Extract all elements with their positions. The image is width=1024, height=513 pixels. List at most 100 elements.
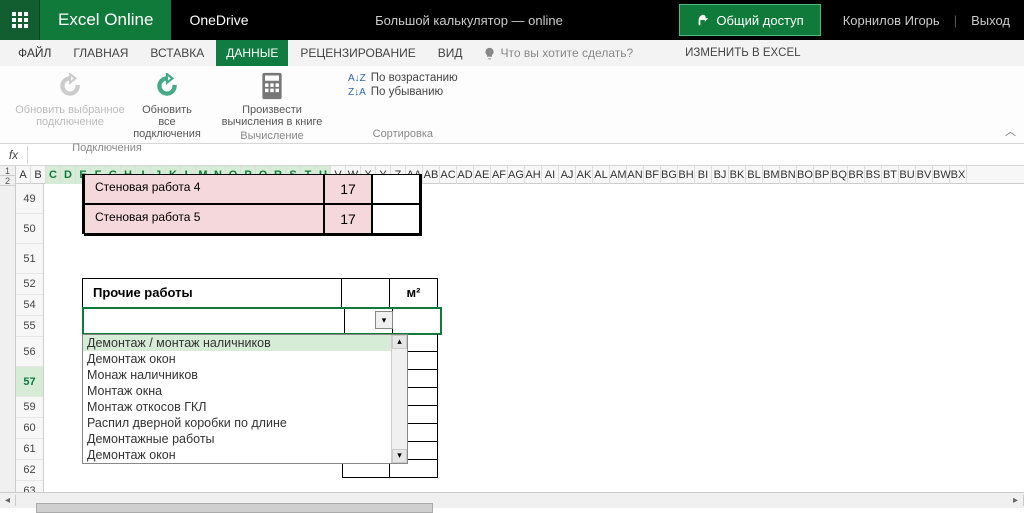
row-header[interactable]: 57: [16, 367, 43, 397]
tab-review[interactable]: РЕЦЕНЗИРОВАНИЕ: [290, 40, 425, 66]
dropdown-option[interactable]: Демонтаж окон: [83, 351, 391, 367]
dropdown-option[interactable]: Монтаж окна: [83, 383, 391, 399]
selected-cell-row[interactable]: ▾: [82, 307, 442, 335]
column-header[interactable]: AM: [610, 166, 627, 184]
row-header[interactable]: 54: [16, 295, 43, 316]
dropdown-cell[interactable]: ▾: [344, 309, 392, 333]
column-header[interactable]: AB: [423, 166, 440, 184]
user-name[interactable]: Корнилов Игорь: [843, 13, 940, 28]
column-header[interactable]: BR: [848, 166, 865, 184]
row-header[interactable]: 59: [16, 397, 43, 418]
column-header[interactable]: AC: [440, 166, 457, 184]
row-header[interactable]: 62: [16, 460, 43, 481]
column-header[interactable]: BS: [865, 166, 882, 184]
column-header[interactable]: BQ: [831, 166, 848, 184]
column-header[interactable]: BK: [729, 166, 746, 184]
tab-data[interactable]: ДАННЫЕ: [216, 40, 288, 66]
dropdown-toggle-button[interactable]: ▾: [375, 311, 393, 329]
column-header[interactable]: BX: [950, 166, 967, 184]
column-header[interactable]: AH: [525, 166, 542, 184]
column-header[interactable]: BV: [916, 166, 933, 184]
dropdown-scroll-down[interactable]: ▾: [392, 449, 407, 463]
hscroll-right-button[interactable]: ▸: [1008, 495, 1024, 506]
column-header[interactable]: BF: [644, 166, 661, 184]
dropdown-option[interactable]: Монтаж откосов ГКЛ: [83, 399, 391, 415]
wall-work-empty-cell[interactable]: [372, 174, 420, 204]
active-cell[interactable]: [84, 309, 344, 333]
row-header[interactable]: 56: [16, 337, 43, 367]
column-header[interactable]: AN: [627, 166, 644, 184]
row-header[interactable]: 50: [16, 214, 43, 244]
column-header[interactable]: D: [61, 166, 76, 184]
page-title: Большой калькулятор — online: [267, 0, 672, 40]
onedrive-link[interactable]: OneDrive: [171, 0, 266, 40]
column-header[interactable]: AK: [576, 166, 593, 184]
column-header[interactable]: AG: [508, 166, 525, 184]
dropdown-option[interactable]: Демонтаж / монтаж наличников: [83, 335, 391, 351]
column-header[interactable]: BP: [814, 166, 831, 184]
column-header[interactable]: BJ: [712, 166, 729, 184]
column-header[interactable]: BU: [899, 166, 916, 184]
wall-work-empty-cell[interactable]: [372, 204, 420, 234]
ribbon-group-calc: Вычисление: [240, 128, 304, 145]
column-header[interactable]: BT: [882, 166, 899, 184]
signout-link[interactable]: Выход: [971, 13, 1010, 28]
dropdown-option[interactable]: Монаж наличников: [83, 367, 391, 383]
column-header[interactable]: BM: [763, 166, 780, 184]
row-header[interactable]: 55: [16, 316, 43, 337]
tell-me-search[interactable]: Что вы хотите сделать?: [483, 46, 634, 60]
column-header[interactable]: B: [31, 166, 46, 184]
column-header[interactable]: AI: [542, 166, 559, 184]
row-header[interactable]: 52: [16, 274, 43, 295]
dropdown-list[interactable]: Демонтаж / монтаж наличниковДемонтаж око…: [82, 334, 408, 464]
row-header[interactable]: 63: [16, 481, 43, 492]
sort-asc-button[interactable]: A↓Z По возрастанию: [348, 72, 458, 84]
wall-work-value[interactable]: 17: [324, 204, 372, 234]
formula-input[interactable]: [28, 146, 1024, 164]
wall-work-value[interactable]: 17: [324, 174, 372, 204]
app-launcher-button[interactable]: [0, 0, 40, 40]
chevron-down-icon: ▾: [382, 315, 387, 326]
tab-view[interactable]: ВИД: [428, 40, 473, 66]
recalculate-button[interactable]: Произвести вычисления в книге: [212, 68, 332, 128]
row-header[interactable]: 51: [16, 244, 43, 274]
row-header[interactable]: 60: [16, 418, 43, 439]
tab-home[interactable]: ГЛАВНАЯ: [63, 40, 138, 66]
sort-asc-icon: A↓Z: [348, 73, 366, 84]
sort-desc-button[interactable]: Z↓A По убыванию: [348, 86, 458, 98]
column-header[interactable]: BO: [797, 166, 814, 184]
dropdown-scroll-up[interactable]: ▴: [392, 335, 407, 349]
cell[interactable]: [392, 309, 440, 333]
column-header[interactable]: C: [46, 166, 61, 184]
edit-in-excel-button[interactable]: ИЗМЕНИТЬ В EXCEL: [675, 40, 810, 66]
dropdown-scrollbar-track[interactable]: [392, 349, 407, 449]
column-header[interactable]: AJ: [559, 166, 576, 184]
scroll-cols-right[interactable]: 2: [0, 176, 15, 186]
column-header[interactable]: BI: [695, 166, 712, 184]
dropdown-option[interactable]: Демонтажные работы: [83, 431, 391, 447]
row-header[interactable]: 49: [16, 184, 43, 214]
tab-insert[interactable]: ВСТАВКА: [140, 40, 214, 66]
share-button[interactable]: Общий доступ: [679, 4, 820, 36]
column-header[interactable]: BG: [661, 166, 678, 184]
row-header[interactable]: 61: [16, 439, 43, 460]
column-header[interactable]: BH: [678, 166, 695, 184]
refresh-all-button[interactable]: Обновить все подключения: [130, 68, 204, 140]
column-header[interactable]: BL: [746, 166, 763, 184]
column-header[interactable]: AD: [457, 166, 474, 184]
column-header[interactable]: BN: [780, 166, 797, 184]
dropdown-option[interactable]: Демонтаж окон: [83, 447, 391, 463]
collapse-ribbon-button[interactable]: ︿: [1005, 123, 1016, 139]
scroll-cols-left[interactable]: 1: [0, 166, 15, 176]
column-header[interactable]: AL: [593, 166, 610, 184]
column-header[interactable]: AE: [474, 166, 491, 184]
dropdown-option[interactable]: Распил дверной коробки по длине: [83, 415, 391, 431]
column-header[interactable]: A: [16, 166, 31, 184]
tab-file[interactable]: ФАЙЛ: [8, 40, 61, 66]
hscroll-left-button[interactable]: ◂: [0, 495, 16, 506]
fx-label: fx: [0, 146, 28, 164]
column-header[interactable]: BW: [933, 166, 950, 184]
share-icon: [696, 13, 710, 27]
misc-works-empty-header: [342, 278, 390, 308]
column-header[interactable]: AF: [491, 166, 508, 184]
